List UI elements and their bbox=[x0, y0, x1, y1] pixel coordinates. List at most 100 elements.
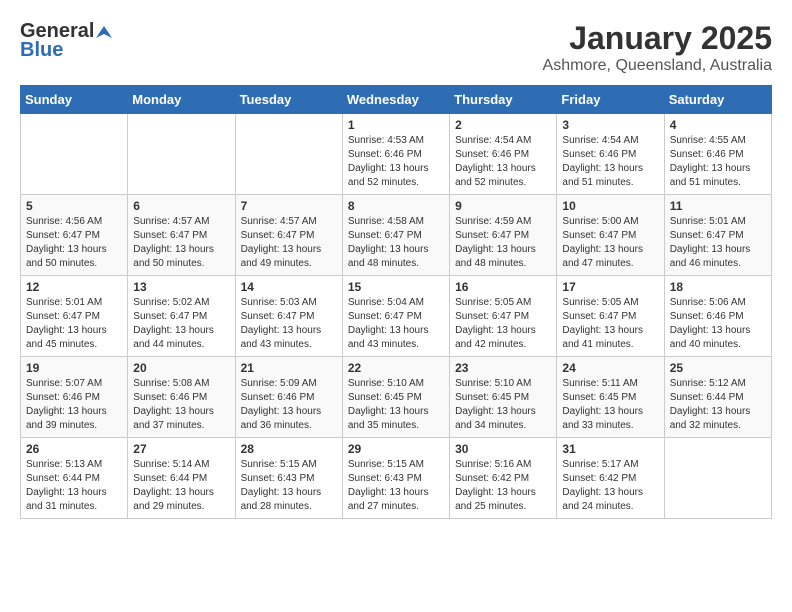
day-number: 17 bbox=[562, 280, 658, 294]
main-title: January 2025 bbox=[543, 20, 772, 57]
calendar-cell: 30Sunrise: 5:16 AM Sunset: 6:42 PM Dayli… bbox=[450, 438, 557, 519]
day-number: 29 bbox=[348, 442, 444, 456]
day-number: 1 bbox=[348, 118, 444, 132]
day-info: Sunrise: 5:15 AM Sunset: 6:43 PM Dayligh… bbox=[348, 458, 444, 514]
day-number: 28 bbox=[241, 442, 337, 456]
calendar-cell: 28Sunrise: 5:15 AM Sunset: 6:43 PM Dayli… bbox=[235, 438, 342, 519]
day-info: Sunrise: 5:12 AM Sunset: 6:44 PM Dayligh… bbox=[670, 377, 766, 433]
day-number: 9 bbox=[455, 199, 551, 213]
calendar-cell: 18 Sunrise: 5:06 AM Sunset: 6:46 PM Dayli… bbox=[664, 276, 771, 357]
day-info: Sunrise: 5:05 AM Sunset: 6:47 PM Dayligh… bbox=[562, 296, 658, 352]
day-info: Sunrise: 5:05 AM Sunset: 6:47 PM Dayligh… bbox=[455, 296, 551, 352]
day-info: Sunrise: 5:09 AM Sunset: 6:46 PM Dayligh… bbox=[241, 377, 337, 433]
day-number: 15 bbox=[348, 280, 444, 294]
day-number: 26 bbox=[26, 442, 122, 456]
day-number: 21 bbox=[241, 361, 337, 375]
calendar-week-row: 26 Sunrise: 5:13 AM Sunset: 6:44 PM Dayli… bbox=[21, 438, 772, 519]
day-info: Sunrise: 5:03 AM Sunset: 6:47 PM Dayligh… bbox=[241, 296, 337, 352]
calendar-cell: 20Sunrise: 5:08 AM Sunset: 6:46 PM Dayli… bbox=[128, 357, 235, 438]
calendar-cell: 8 Sunrise: 4:58 AM Sunset: 6:47 PM Daylig… bbox=[342, 195, 449, 276]
calendar-table: SundayMondayTuesdayWednesdayThursdayFrid… bbox=[20, 85, 772, 519]
calendar-cell: 31 Sunrise: 5:17 AM Sunset: 6:42 PM Dayli… bbox=[557, 438, 664, 519]
day-number: 12 bbox=[26, 280, 122, 294]
day-number: 31 bbox=[562, 442, 658, 456]
day-info: Sunrise: 5:17 AM Sunset: 6:42 PM Dayligh… bbox=[562, 458, 658, 514]
day-info: Sunrise: 4:54 AM Sunset: 6:46 PM Dayligh… bbox=[455, 134, 551, 190]
calendar-cell bbox=[664, 438, 771, 519]
calendar-cell: 15 Sunrise: 5:04 AM Sunset: 6:47 PM Dayli… bbox=[342, 276, 449, 357]
day-info: Sunrise: 5:02 AM Sunset: 6:47 PM Dayligh… bbox=[133, 296, 229, 352]
day-info: Sunrise: 5:07 AM Sunset: 6:46 PM Dayligh… bbox=[26, 377, 122, 433]
day-number: 18 bbox=[670, 280, 766, 294]
day-number: 23 bbox=[455, 361, 551, 375]
calendar-cell: 25 Sunrise: 5:12 AM Sunset: 6:44 PM Dayli… bbox=[664, 357, 771, 438]
logo-blue: Blue bbox=[20, 39, 63, 62]
day-number: 19 bbox=[26, 361, 122, 375]
day-info: Sunrise: 5:08 AM Sunset: 6:46 PM Dayligh… bbox=[133, 377, 229, 433]
weekday-header: Tuesday bbox=[235, 86, 342, 114]
day-number: 22 bbox=[348, 361, 444, 375]
calendar-week-row: 19 Sunrise: 5:07 AM Sunset: 6:46 PM Dayli… bbox=[21, 357, 772, 438]
day-info: Sunrise: 5:10 AM Sunset: 6:45 PM Dayligh… bbox=[348, 377, 444, 433]
day-info: Sunrise: 5:01 AM Sunset: 6:47 PM Dayligh… bbox=[670, 215, 766, 271]
day-info: Sunrise: 5:14 AM Sunset: 6:44 PM Dayligh… bbox=[133, 458, 229, 514]
day-number: 13 bbox=[133, 280, 229, 294]
day-info: Sunrise: 5:16 AM Sunset: 6:42 PM Dayligh… bbox=[455, 458, 551, 514]
weekday-header: Monday bbox=[128, 86, 235, 114]
calendar-cell: 12 Sunrise: 5:01 AM Sunset: 6:47 PM Dayli… bbox=[21, 276, 128, 357]
calendar-week-row: 12 Sunrise: 5:01 AM Sunset: 6:47 PM Dayli… bbox=[21, 276, 772, 357]
calendar-cell: 21 Sunrise: 5:09 AM Sunset: 6:46 PM Dayli… bbox=[235, 357, 342, 438]
logo-bird-icon bbox=[96, 24, 112, 40]
day-info: Sunrise: 4:58 AM Sunset: 6:47 PM Dayligh… bbox=[348, 215, 444, 271]
day-info: Sunrise: 5:10 AM Sunset: 6:45 PM Dayligh… bbox=[455, 377, 551, 433]
calendar-week-row: 5 Sunrise: 4:56 AM Sunset: 6:47 PM Daylig… bbox=[21, 195, 772, 276]
calendar-cell: 5 Sunrise: 4:56 AM Sunset: 6:47 PM Daylig… bbox=[21, 195, 128, 276]
day-info: Sunrise: 4:56 AM Sunset: 6:47 PM Dayligh… bbox=[26, 215, 122, 271]
subtitle: Ashmore, Queensland, Australia bbox=[543, 57, 772, 75]
day-info: Sunrise: 5:04 AM Sunset: 6:47 PM Dayligh… bbox=[348, 296, 444, 352]
calendar-cell bbox=[128, 114, 235, 195]
day-number: 4 bbox=[670, 118, 766, 132]
calendar-cell: 19 Sunrise: 5:07 AM Sunset: 6:46 PM Dayli… bbox=[21, 357, 128, 438]
day-number: 3 bbox=[562, 118, 658, 132]
day-info: Sunrise: 5:11 AM Sunset: 6:45 PM Dayligh… bbox=[562, 377, 658, 433]
calendar-cell bbox=[235, 114, 342, 195]
day-info: Sunrise: 4:57 AM Sunset: 6:47 PM Dayligh… bbox=[241, 215, 337, 271]
calendar-cell: 6Sunrise: 4:57 AM Sunset: 6:47 PM Daylig… bbox=[128, 195, 235, 276]
title-block: January 2025 Ashmore, Queensland, Austra… bbox=[543, 20, 772, 75]
day-info: Sunrise: 5:06 AM Sunset: 6:46 PM Dayligh… bbox=[670, 296, 766, 352]
day-number: 8 bbox=[348, 199, 444, 213]
calendar-cell bbox=[21, 114, 128, 195]
day-number: 11 bbox=[670, 199, 766, 213]
calendar-cell: 9 Sunrise: 4:59 AM Sunset: 6:47 PM Daylig… bbox=[450, 195, 557, 276]
day-info: Sunrise: 4:59 AM Sunset: 6:47 PM Dayligh… bbox=[455, 215, 551, 271]
day-number: 14 bbox=[241, 280, 337, 294]
logo: General Blue bbox=[20, 20, 112, 62]
day-number: 10 bbox=[562, 199, 658, 213]
weekday-header: Sunday bbox=[21, 86, 128, 114]
calendar-cell: 26 Sunrise: 5:13 AM Sunset: 6:44 PM Dayli… bbox=[21, 438, 128, 519]
weekday-header: Wednesday bbox=[342, 86, 449, 114]
calendar-cell: 4 Sunrise: 4:55 AM Sunset: 6:46 PM Daylig… bbox=[664, 114, 771, 195]
calendar-cell: 23 Sunrise: 5:10 AM Sunset: 6:45 PM Dayli… bbox=[450, 357, 557, 438]
calendar-cell: 16 Sunrise: 5:05 AM Sunset: 6:47 PM Dayli… bbox=[450, 276, 557, 357]
calendar-cell: 22 Sunrise: 5:10 AM Sunset: 6:45 PM Dayli… bbox=[342, 357, 449, 438]
day-info: Sunrise: 5:00 AM Sunset: 6:47 PM Dayligh… bbox=[562, 215, 658, 271]
calendar-cell: 14 Sunrise: 5:03 AM Sunset: 6:47 PM Dayli… bbox=[235, 276, 342, 357]
calendar-cell: 11 Sunrise: 5:01 AM Sunset: 6:47 PM Dayli… bbox=[664, 195, 771, 276]
day-number: 16 bbox=[455, 280, 551, 294]
day-number: 5 bbox=[26, 199, 122, 213]
calendar-cell: 1Sunrise: 4:53 AM Sunset: 6:46 PM Daylig… bbox=[342, 114, 449, 195]
calendar-header-row: SundayMondayTuesdayWednesdayThursdayFrid… bbox=[21, 86, 772, 114]
day-number: 7 bbox=[241, 199, 337, 213]
page-header: General Blue January 2025 Ashmore, Queen… bbox=[20, 20, 772, 75]
day-number: 27 bbox=[133, 442, 229, 456]
calendar-cell: 27 Sunrise: 5:14 AM Sunset: 6:44 PM Dayli… bbox=[128, 438, 235, 519]
weekday-header: Saturday bbox=[664, 86, 771, 114]
day-info: Sunrise: 5:01 AM Sunset: 6:47 PM Dayligh… bbox=[26, 296, 122, 352]
day-info: Sunrise: 4:57 AM Sunset: 6:47 PM Dayligh… bbox=[133, 215, 229, 271]
day-info: Sunrise: 4:55 AM Sunset: 6:46 PM Dayligh… bbox=[670, 134, 766, 190]
calendar-cell: 13 Sunrise: 5:02 AM Sunset: 6:47 PM Dayli… bbox=[128, 276, 235, 357]
day-info: Sunrise: 5:13 AM Sunset: 6:44 PM Dayligh… bbox=[26, 458, 122, 514]
day-number: 25 bbox=[670, 361, 766, 375]
